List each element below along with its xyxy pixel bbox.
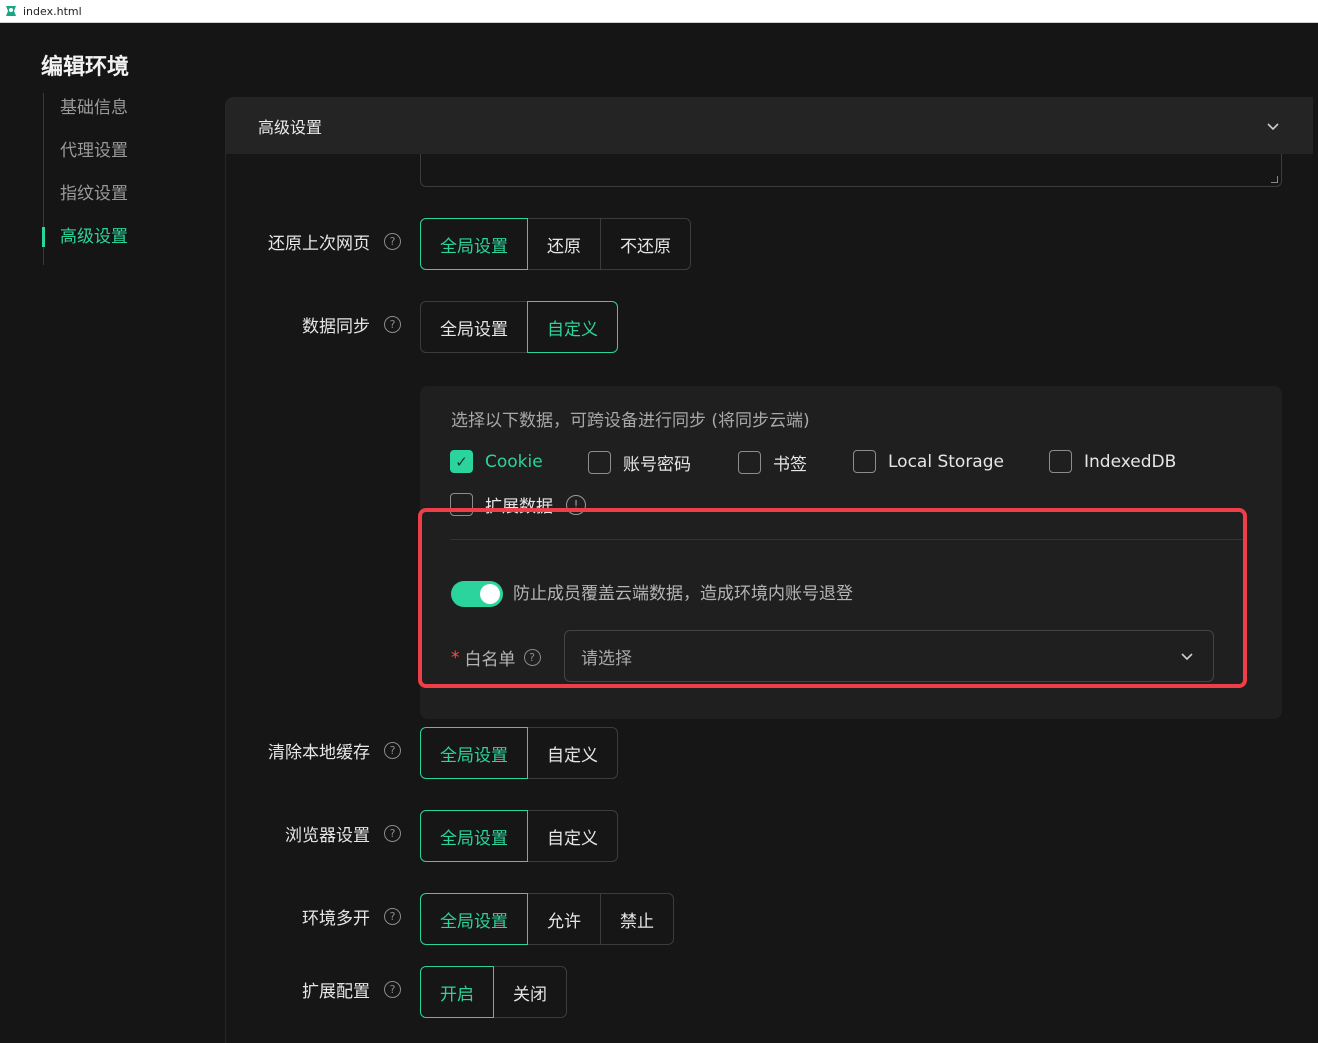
checkbox-account-password[interactable]: 账号密码 bbox=[588, 450, 691, 475]
checkbox-label: 扩展数据 bbox=[485, 497, 553, 517]
toggle-label: 防止成员覆盖云端数据，造成环境内账号退登 bbox=[513, 584, 853, 604]
question-circle-icon[interactable]: ? bbox=[384, 981, 401, 998]
restore-option-no-restore[interactable]: 不还原 bbox=[600, 218, 691, 270]
extension-config-label: 扩展配置 ? bbox=[302, 977, 401, 1002]
clear-cache-label-text: 清除本地缓存 bbox=[268, 743, 370, 763]
browser-option-global[interactable]: 全局设置 bbox=[420, 810, 528, 862]
multi-open-option-forbid[interactable]: 禁止 bbox=[600, 893, 674, 945]
whitelist-label: * 白名单 ? bbox=[451, 645, 541, 670]
checkbox-box bbox=[1049, 450, 1072, 473]
panel-title: 高级设置 bbox=[258, 117, 323, 137]
page-title: 编辑环境 bbox=[41, 55, 130, 80]
restore-label: 还原上次网页 ? bbox=[268, 229, 401, 254]
select-placeholder: 请选择 bbox=[581, 648, 632, 669]
section-nav: 基础信息 代理设置 指纹设置 高级设置 bbox=[42, 93, 213, 265]
required-mark: * bbox=[451, 647, 460, 668]
app-window: 编辑环境 基础信息 代理设置 指纹设置 高级设置 高级设置 还原上次网页 ? 全… bbox=[0, 23, 1318, 1043]
checkbox-label: 账号密码 bbox=[623, 455, 691, 475]
restore-option-global[interactable]: 全局设置 bbox=[420, 218, 528, 270]
checkbox-label: Cookie bbox=[485, 451, 543, 472]
restore-option-restore[interactable]: 还原 bbox=[527, 218, 601, 270]
nav-item-advanced-settings[interactable]: 高级设置 bbox=[42, 222, 213, 265]
toggle-knob bbox=[480, 584, 500, 604]
textarea-field[interactable] bbox=[420, 154, 1282, 187]
checkbox-extension-data[interactable]: 扩展数据 ! bbox=[450, 492, 586, 517]
sync-option-custom[interactable]: 自定义 bbox=[527, 301, 618, 353]
window-title: index.html bbox=[23, 4, 82, 18]
question-circle-icon[interactable]: ? bbox=[384, 825, 401, 842]
window-titlebar: index.html bbox=[0, 0, 1318, 23]
checkbox-box bbox=[588, 451, 611, 474]
check-icon: ✓ bbox=[450, 450, 473, 473]
question-circle-icon[interactable]: ? bbox=[384, 742, 401, 759]
multi-open-option-global[interactable]: 全局设置 bbox=[420, 893, 528, 945]
whitelist-label-text: 白名单 bbox=[464, 650, 516, 670]
question-circle-icon[interactable]: ? bbox=[523, 649, 541, 666]
extension-config-segmented: 开启 关闭 bbox=[420, 966, 567, 1018]
advanced-settings-panel: 高级设置 还原上次网页 ? 全局设置 还原 不还原 数据同步 ? 全局设置 自定… bbox=[225, 97, 1313, 1043]
browser-settings-label-text: 浏览器设置 bbox=[285, 826, 370, 846]
browser-settings-segmented: 全局设置 自定义 bbox=[420, 810, 618, 862]
checkbox-bookmarks[interactable]: 书签 bbox=[738, 450, 807, 475]
question-circle-icon[interactable]: ? bbox=[384, 233, 401, 250]
browser-settings-label: 浏览器设置 ? bbox=[285, 821, 401, 846]
multi-open-label-text: 环境多开 bbox=[302, 909, 370, 929]
sync-description: 选择以下数据，可跨设备进行同步 (将同步云端) bbox=[451, 411, 810, 431]
multi-open-segmented: 全局设置 允许 禁止 bbox=[420, 893, 674, 945]
whitelist-select[interactable]: 请选择 bbox=[564, 630, 1214, 682]
chevron-down-icon[interactable] bbox=[1265, 118, 1281, 134]
multi-open-label: 环境多开 ? bbox=[302, 904, 401, 929]
sync-label: 数据同步 ? bbox=[302, 312, 401, 337]
checkbox-indexeddb[interactable]: IndexedDB bbox=[1049, 450, 1176, 473]
resize-grip-icon[interactable] bbox=[1271, 176, 1278, 183]
browser-option-custom[interactable]: 自定义 bbox=[527, 810, 618, 862]
multi-open-option-allow[interactable]: 允许 bbox=[527, 893, 601, 945]
sync-segmented: 全局设置 自定义 bbox=[420, 301, 618, 353]
clear-cache-option-custom[interactable]: 自定义 bbox=[527, 727, 618, 779]
chevron-down-icon bbox=[1181, 653, 1193, 661]
divider bbox=[450, 539, 1247, 540]
sync-custom-box: 选择以下数据，可跨设备进行同步 (将同步云端) ✓ Cookie 账号密码 书签… bbox=[420, 386, 1282, 719]
question-circle-icon[interactable]: ? bbox=[384, 316, 401, 333]
clear-cache-segmented: 全局设置 自定义 bbox=[420, 727, 618, 779]
extension-option-off[interactable]: 关闭 bbox=[493, 966, 567, 1018]
checkbox-label: 书签 bbox=[773, 455, 807, 475]
extension-option-on[interactable]: 开启 bbox=[420, 966, 494, 1018]
panel-header[interactable]: 高级设置 bbox=[226, 97, 1313, 154]
clear-cache-label: 清除本地缓存 ? bbox=[268, 738, 401, 763]
restore-label-text: 还原上次网页 bbox=[268, 234, 370, 254]
nav-item-proxy-settings[interactable]: 代理设置 bbox=[44, 136, 213, 179]
nav-item-basic-info[interactable]: 基础信息 bbox=[44, 93, 213, 136]
checkbox-local-storage[interactable]: Local Storage bbox=[853, 450, 1004, 473]
clear-cache-option-global[interactable]: 全局设置 bbox=[420, 727, 528, 779]
extension-config-label-text: 扩展配置 bbox=[302, 982, 370, 1002]
question-circle-icon[interactable]: ? bbox=[384, 908, 401, 925]
checkbox-box bbox=[738, 451, 761, 474]
sync-option-global[interactable]: 全局设置 bbox=[420, 301, 528, 353]
checkbox-box bbox=[450, 493, 473, 516]
checkbox-label: IndexedDB bbox=[1084, 451, 1177, 472]
exclamation-circle-icon[interactable]: ! bbox=[566, 494, 586, 515]
nav-item-fingerprint-settings[interactable]: 指纹设置 bbox=[44, 179, 213, 222]
restore-segmented: 全局设置 还原 不还原 bbox=[420, 218, 691, 270]
checkbox-label: Local Storage bbox=[888, 451, 1004, 472]
app-icon bbox=[6, 6, 16, 16]
prevent-overwrite-toggle[interactable] bbox=[451, 581, 503, 607]
checkbox-box bbox=[853, 450, 876, 473]
checkbox-cookie[interactable]: ✓ Cookie bbox=[450, 450, 543, 473]
sync-label-text: 数据同步 bbox=[302, 317, 370, 337]
